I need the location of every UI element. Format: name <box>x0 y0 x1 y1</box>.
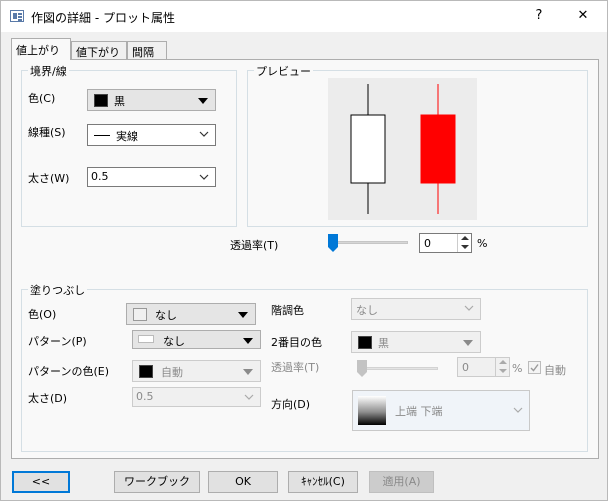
pattern-swatch <box>138 335 154 343</box>
border-width-value: 0.5 <box>91 170 109 183</box>
fill-group-title: 塗りつぶし <box>28 282 88 298</box>
chevron-down-icon <box>244 394 254 400</box>
linetype-dropdown[interactable]: 実線 <box>87 124 216 146</box>
fill-transparency-slider-thumb[interactable] <box>357 360 367 377</box>
pattern-color-dropdown[interactable]: 自動 <box>132 360 261 382</box>
border-width-combo[interactable]: 0.5 <box>87 167 216 187</box>
gradient-value: なし <box>356 304 378 317</box>
spin-up-icon[interactable] <box>461 236 469 240</box>
linetype-label: 線種(S) <box>28 126 66 139</box>
chevron-down-icon <box>199 131 209 137</box>
spinner-buttons[interactable] <box>495 358 509 376</box>
transparency-unit: % <box>477 237 488 250</box>
fill-transparency-spinner[interactable]: 0 <box>457 357 510 377</box>
auto-checkbox[interactable] <box>528 361 541 374</box>
tab-panel: 境界/線 色(C) 黒 線種(S) 実線 太さ(W) 0.5 プレビュー 透過率… <box>11 59 599 459</box>
border-color-value: 黒 <box>114 95 125 108</box>
checkmark-icon <box>530 364 539 372</box>
down-candle-body <box>420 114 456 184</box>
fill-width-label: 太さ(D) <box>28 392 68 405</box>
title-bar[interactable]: 作図の詳細 - プロット属性 ? ✕ <box>1 1 607 32</box>
transparency-spinner[interactable]: 0 <box>419 233 472 253</box>
chevron-down-icon <box>513 407 523 413</box>
pattern-label: パターン(P) <box>28 335 87 348</box>
dropdown-arrow-icon <box>198 98 208 104</box>
transparency-value: 0 <box>424 237 431 250</box>
spin-up-icon[interactable] <box>499 360 507 364</box>
pattern-color-swatch <box>139 365 153 378</box>
border-width-label: 太さ(W) <box>28 172 70 185</box>
dropdown-arrow-icon <box>463 340 473 346</box>
border-color-swatch <box>94 94 108 107</box>
cancel-button[interactable]: ｷｬﾝｾﾙ(C) <box>288 471 358 493</box>
fill-color-value: なし <box>155 309 177 322</box>
linetype-value: 実線 <box>116 130 138 143</box>
dropdown-arrow-icon <box>243 338 253 344</box>
second-color-dropdown[interactable]: 黒 <box>351 331 481 353</box>
tab-up[interactable]: 値上がり <box>11 38 71 60</box>
workbook-button[interactable]: ワークブック <box>114 471 200 493</box>
apply-button[interactable]: 適用(A) <box>369 471 434 493</box>
dropdown-arrow-icon <box>238 312 248 318</box>
second-color-label: 2番目の色 <box>271 336 322 349</box>
spinner-buttons[interactable] <box>457 234 471 252</box>
app-icon <box>10 10 24 22</box>
up-candle-body <box>350 114 386 184</box>
gradient-label: 階調色 <box>271 304 304 317</box>
pattern-color-value: 自動 <box>161 366 183 379</box>
transparency-slider-track[interactable] <box>332 241 408 244</box>
chevron-down-icon <box>199 174 209 180</box>
fill-transparency-value: 0 <box>462 361 469 374</box>
fill-transparency-unit: % <box>512 362 523 375</box>
border-color-dropdown[interactable]: 黒 <box>87 89 216 111</box>
chevron-down-icon <box>464 305 474 311</box>
auto-checkbox-label: 自動 <box>544 364 566 377</box>
fill-color-dropdown[interactable]: なし <box>126 303 256 325</box>
pattern-value: なし <box>163 335 185 348</box>
collapse-button[interactable]: << <box>12 471 70 493</box>
fill-transparency-slider-track[interactable] <box>362 367 438 370</box>
fill-transparency-label: 透過率(T) <box>271 361 320 374</box>
fill-width-value: 0.5 <box>136 390 154 403</box>
border-group-title: 境界/線 <box>28 63 69 79</box>
gradient-direction-swatch <box>358 396 386 425</box>
spin-down-icon[interactable] <box>499 369 507 373</box>
fill-color-label: 色(O) <box>28 308 57 321</box>
gradient-dropdown[interactable]: なし <box>351 298 481 320</box>
tab-down[interactable]: 値下がり <box>71 41 127 59</box>
close-button[interactable]: ✕ <box>571 5 595 27</box>
spin-down-icon[interactable] <box>461 245 469 249</box>
direction-dropdown[interactable]: 上端 下端 <box>352 390 530 431</box>
pattern-color-label: パターンの色(E) <box>28 365 109 378</box>
ok-button[interactable]: OK <box>208 471 278 493</box>
pattern-dropdown[interactable]: なし <box>132 330 261 349</box>
help-button[interactable]: ? <box>527 5 551 27</box>
window-title: 作図の詳細 - プロット属性 <box>31 11 175 25</box>
preview-title: プレビュー <box>254 63 313 79</box>
second-color-swatch <box>358 336 372 349</box>
second-color-value: 黒 <box>378 337 389 350</box>
direction-value: 上端 下端 <box>395 405 443 418</box>
transparency-slider-thumb[interactable] <box>328 234 338 252</box>
solid-line-icon <box>94 135 110 136</box>
dropdown-arrow-icon <box>243 369 253 375</box>
fill-color-swatch <box>133 308 147 321</box>
direction-label: 方向(D) <box>271 398 311 411</box>
border-color-label: 色(C) <box>28 92 56 105</box>
dialog-window: 作図の詳細 - プロット属性 ? ✕ 値上がり 値下がり 間隔 境界/線 色(C… <box>0 0 608 501</box>
transparency-label: 透過率(T) <box>230 239 279 252</box>
fill-width-combo[interactable]: 0.5 <box>132 387 261 407</box>
tab-interval[interactable]: 間隔 <box>127 41 167 59</box>
preview-canvas <box>328 78 477 220</box>
